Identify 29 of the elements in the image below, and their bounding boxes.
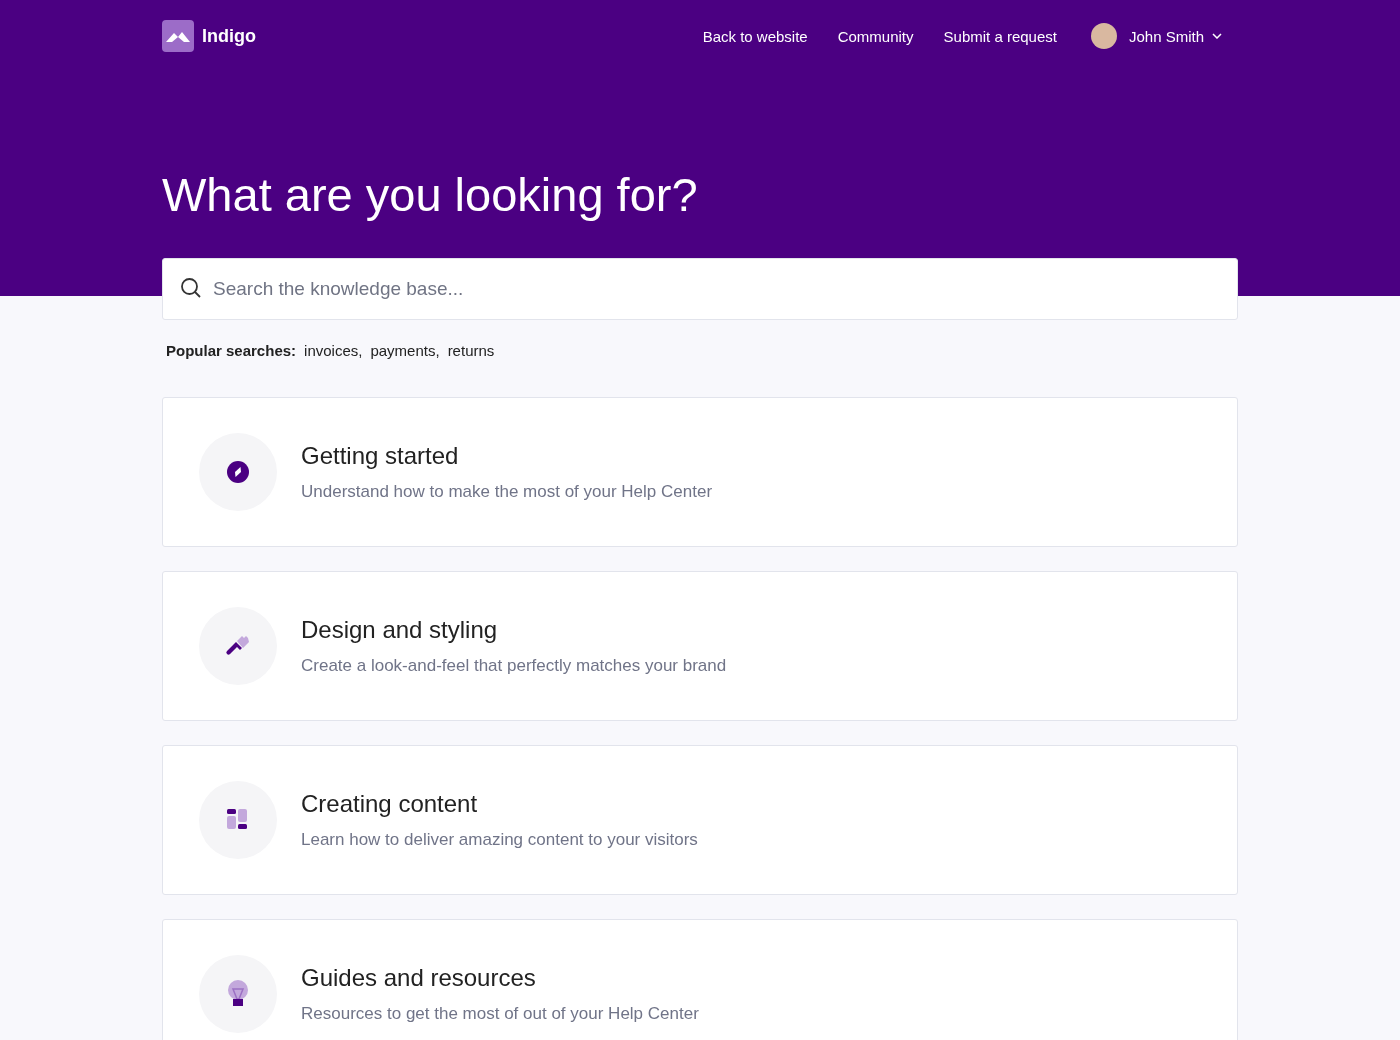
- category-title[interactable]: Design and styling: [301, 616, 727, 644]
- category-description: Resources to get the most of out of your Help Center: [301, 1004, 699, 1024]
- category-title[interactable]: Guides and resources: [301, 964, 699, 992]
- compass-icon: [226, 460, 250, 484]
- category-description: Learn how to deliver amazing content to your visitors: [301, 830, 698, 850]
- avatar[interactable]: [1090, 23, 1117, 49]
- nav-link[interactable]: Submit a request: [943, 27, 1057, 45]
- hero-title: What are you looking for?: [162, 167, 699, 223]
- lightbulb-icon: [227, 980, 249, 1008]
- popular-searches-label: Popular searches:: [166, 342, 297, 359]
- layout-blocks-icon: [227, 809, 249, 831]
- category-title[interactable]: Getting started: [301, 442, 713, 470]
- brand-name[interactable]: Indigo: [202, 25, 256, 47]
- category-card[interactable]: Design and styling Create a look-and-feel that perfectly matches your brand: [162, 571, 1238, 721]
- chevron-down-icon[interactable]: [1212, 33, 1222, 39]
- category-card[interactable]: Getting started Understand how to make the most of your Help Center: [162, 397, 1238, 547]
- category-description: Understand how to make the most of your Help Center: [301, 482, 713, 502]
- popular-search-link[interactable]: payments,: [370, 342, 440, 359]
- search-field[interactable]: Search the knowledge base...: [162, 258, 1238, 320]
- popular-search-link[interactable]: returns: [447, 342, 495, 359]
- category-card[interactable]: Creating content Learn how to deliver amazing content to your visitors: [162, 745, 1238, 895]
- popular-search-link[interactable]: invoices,: [304, 342, 363, 359]
- nav-link[interactable]: Back to website: [702, 27, 808, 45]
- category-card[interactable]: Guides and resources Resources to get the most of out of your Help Center: [162, 919, 1238, 1040]
- user-menu[interactable]: John Smith: [1128, 27, 1204, 45]
- category-title[interactable]: Creating content: [301, 790, 698, 818]
- mountain-logo-icon[interactable]: [162, 20, 194, 52]
- nav-link[interactable]: Community: [837, 27, 914, 45]
- category-description: Create a look-and-feel that perfectly matches your brand: [301, 656, 727, 676]
